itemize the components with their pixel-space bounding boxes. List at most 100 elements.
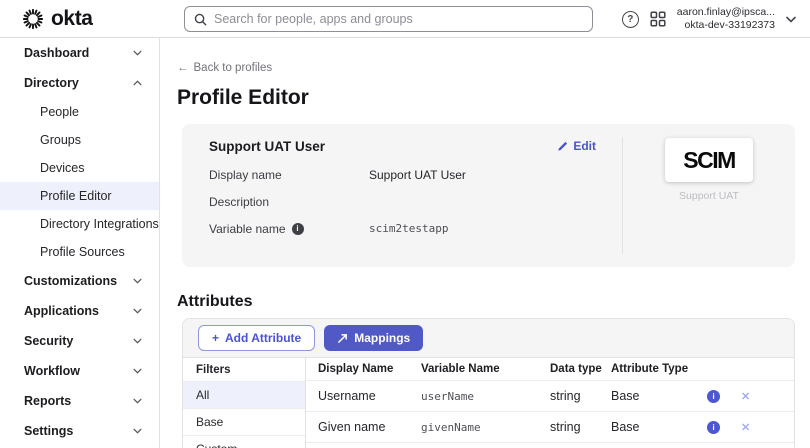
filter-base[interactable]: Base xyxy=(183,409,305,436)
info-icon[interactable]: i xyxy=(292,223,304,235)
field-row-display-name: Display name Support UAT User xyxy=(209,168,622,181)
filters-header: Filters xyxy=(183,358,305,382)
help-icon[interactable]: ? xyxy=(622,11,639,28)
back-arrow-icon: ← xyxy=(177,62,189,74)
sidebar-item-label: People xyxy=(40,105,79,119)
sidebar-item-customizations[interactable]: Customizations xyxy=(0,266,159,296)
app-logo-caption: Support UAT xyxy=(679,190,739,202)
column-header-attribute-type: Attribute Type xyxy=(611,363,706,375)
account-email: aaron.finlay@ipsca... xyxy=(677,6,775,19)
attributes-toolbar: + Add Attribute Mappings xyxy=(183,319,794,358)
sidebar-item-label: Profile Sources xyxy=(40,245,125,259)
sidebar-item-label: Directory xyxy=(24,76,79,90)
table-row: Given name givenName string Base i ✕ xyxy=(306,412,794,443)
chevron-down-icon xyxy=(133,308,142,314)
cell-attribute-type: Base xyxy=(611,420,706,434)
sidebar-item-directory-integrations[interactable]: Directory Integrations xyxy=(0,210,159,238)
chevron-up-icon xyxy=(133,80,142,86)
sidebar: Dashboard Directory People Groups Device… xyxy=(0,38,160,448)
back-to-profiles-link[interactable]: ← Back to profiles xyxy=(177,62,272,74)
topbar: okta ? aaron.fi xyxy=(0,0,810,38)
sidebar-item-devices[interactable]: Devices xyxy=(0,154,159,182)
chevron-down-icon xyxy=(133,398,142,404)
add-attribute-button[interactable]: + Add Attribute xyxy=(198,325,315,351)
column-header-display-name: Display Name xyxy=(306,363,421,375)
page-title: Profile Editor xyxy=(177,86,795,110)
sidebar-item-directory[interactable]: Directory xyxy=(0,68,159,98)
field-value: scim2testapp xyxy=(369,222,448,235)
scim-app-logo: SCIM xyxy=(665,138,753,182)
sidebar-item-label: Devices xyxy=(40,161,84,175)
plus-icon: + xyxy=(212,331,219,345)
sidebar-item-dashboard[interactable]: Dashboard xyxy=(0,38,159,68)
remove-attribute-icon[interactable]: ✕ xyxy=(741,421,750,434)
sidebar-item-label: Groups xyxy=(40,133,81,147)
field-value: Support UAT User xyxy=(369,168,466,182)
attributes-body: Filters All Base Custom Display Name Var… xyxy=(183,358,794,448)
cell-display-name: Given name xyxy=(306,420,421,434)
sidebar-item-profile-editor[interactable]: Profile Editor xyxy=(0,182,159,210)
attributes-table: Display Name Variable Name Data type Att… xyxy=(306,358,794,448)
sidebar-item-workflow[interactable]: Workflow xyxy=(0,356,159,386)
profile-summary-card: Support UAT User Edit Display name Suppo… xyxy=(182,124,795,267)
sidebar-item-label: Customizations xyxy=(24,274,117,288)
global-search[interactable] xyxy=(184,6,593,32)
profile-card-details: Support UAT User Edit Display name Suppo… xyxy=(182,124,622,267)
sidebar-item-groups[interactable]: Groups xyxy=(0,126,159,154)
filter-all[interactable]: All xyxy=(183,382,305,409)
chevron-down-icon xyxy=(133,368,142,374)
attributes-card: + Add Attribute Mappings Filt xyxy=(182,318,795,448)
sidebar-item-profile-sources[interactable]: Profile Sources xyxy=(0,238,159,266)
account-menu[interactable]: aaron.finlay@ipsca... okta-dev-33192373 xyxy=(677,6,775,32)
okta-sunburst-icon xyxy=(22,8,44,30)
main-content: ← Back to profiles Profile Editor Suppor… xyxy=(160,38,810,448)
info-glyph: i xyxy=(296,224,298,233)
field-label: Description xyxy=(209,195,369,209)
row-actions: i ✕ xyxy=(706,421,750,434)
sidebar-item-label: Settings xyxy=(24,424,73,438)
chevron-down-icon xyxy=(133,50,142,56)
apps-grid-icon[interactable] xyxy=(650,11,666,27)
cell-attribute-type: Base xyxy=(611,389,706,403)
mappings-button[interactable]: Mappings xyxy=(324,325,423,351)
topbar-right: ? aaron.finlay@ipsca... okta-dev-3319237… xyxy=(622,0,796,38)
row-actions: i ✕ xyxy=(706,390,750,403)
mapping-arrow-icon xyxy=(337,333,348,344)
search-icon xyxy=(194,13,207,26)
info-glyph: i xyxy=(712,391,714,401)
info-glyph: i xyxy=(712,422,714,432)
attribute-info-icon[interactable]: i xyxy=(707,390,720,403)
table-row: Username userName string Base i ✕ xyxy=(306,381,794,412)
account-chevron-down-icon[interactable] xyxy=(786,16,796,23)
sidebar-item-people[interactable]: People xyxy=(0,98,159,126)
field-row-variable-name: Variable name i scim2testapp xyxy=(209,222,622,235)
sidebar-item-reports[interactable]: Reports xyxy=(0,386,159,416)
okta-admin-app: okta ? aaron.fi xyxy=(0,0,810,448)
sidebar-item-applications[interactable]: Applications xyxy=(0,296,159,326)
chevron-down-icon xyxy=(133,428,142,434)
edit-label: Edit xyxy=(573,139,596,153)
filter-custom[interactable]: Custom xyxy=(183,436,305,448)
column-header-variable-name: Variable Name xyxy=(421,363,550,375)
sidebar-item-label: Applications xyxy=(24,304,99,318)
attribute-info-icon[interactable]: i xyxy=(707,421,720,434)
cell-data-type: string xyxy=(550,420,611,434)
field-row-description: Description xyxy=(209,195,622,208)
remove-attribute-icon[interactable]: ✕ xyxy=(741,390,750,403)
add-attribute-label: Add Attribute xyxy=(225,331,301,345)
edit-profile-button[interactable]: Edit xyxy=(557,139,596,153)
sidebar-item-settings[interactable]: Settings xyxy=(0,416,159,446)
sidebar-item-security[interactable]: Security xyxy=(0,326,159,356)
cell-variable-name: givenName xyxy=(421,421,550,434)
cell-display-name: Username xyxy=(306,389,421,403)
app-logo-panel: SCIM Support UAT xyxy=(623,124,795,267)
mappings-label: Mappings xyxy=(354,331,410,345)
sidebar-item-label: Reports xyxy=(24,394,71,408)
search-input[interactable] xyxy=(214,12,592,26)
okta-logo[interactable]: okta xyxy=(22,7,93,31)
cell-data-type: string xyxy=(550,389,611,403)
column-header-data-type: Data type xyxy=(550,363,611,375)
help-glyph: ? xyxy=(627,14,633,25)
filters-panel: Filters All Base Custom xyxy=(183,358,306,448)
sidebar-item-label: Profile Editor xyxy=(40,189,112,203)
